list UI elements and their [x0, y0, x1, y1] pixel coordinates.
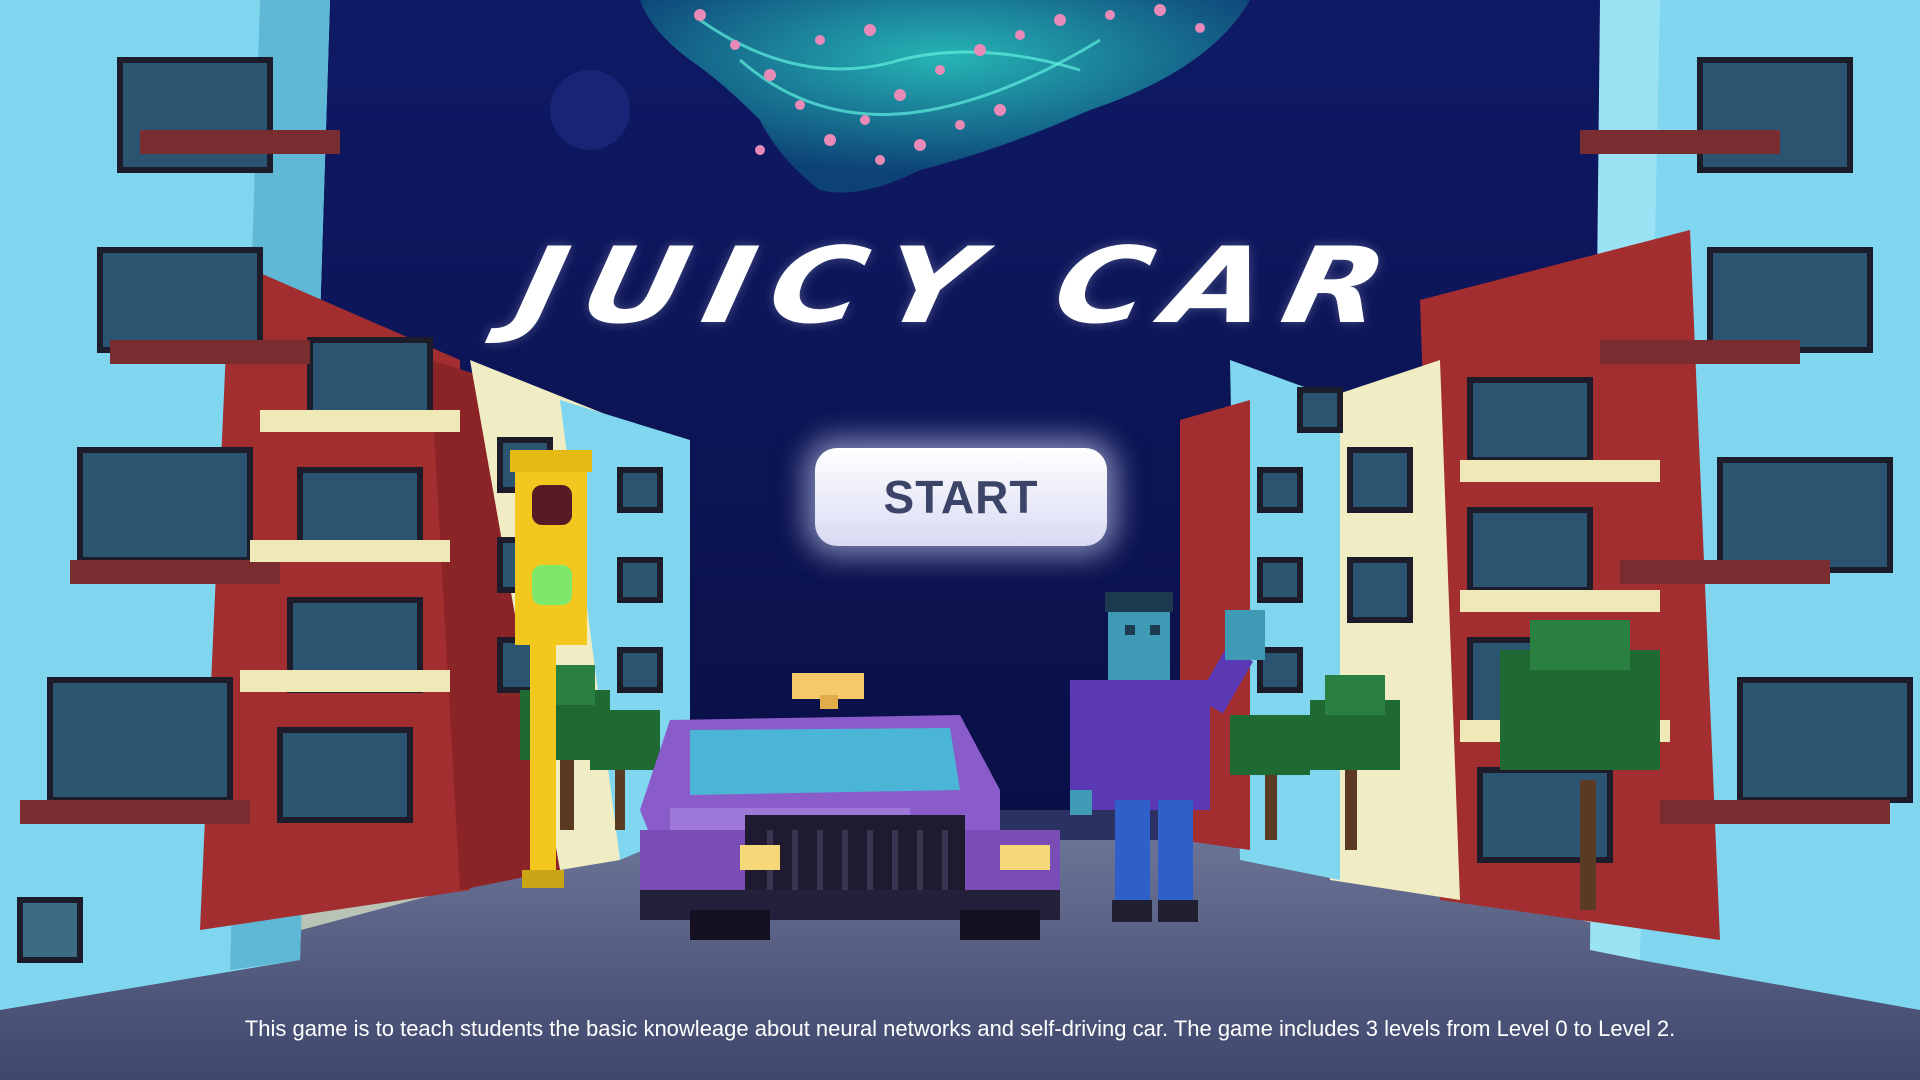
game-title: JUICY CAR	[505, 225, 1415, 348]
start-button[interactable]: START	[815, 448, 1107, 546]
star-cluster	[550, 70, 630, 150]
game-screen: JUICY CAR START This game is to teach st…	[0, 0, 1920, 1080]
game-description: This game is to teach students the basic…	[244, 1016, 1676, 1041]
